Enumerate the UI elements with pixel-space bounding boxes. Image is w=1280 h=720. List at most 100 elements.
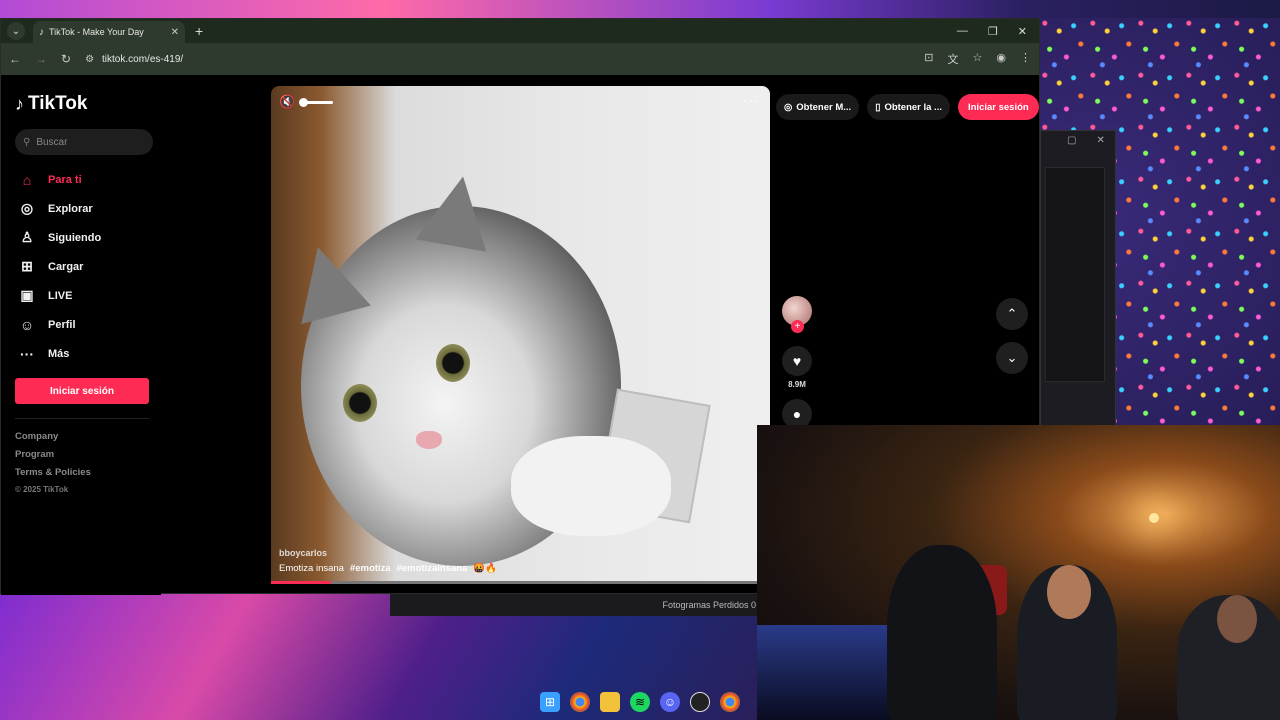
video-frame-cat-nose xyxy=(416,431,442,449)
like-count: 8.9M xyxy=(788,380,806,389)
close-icon[interactable]: ✕ xyxy=(1096,135,1104,146)
sidebar-item-live[interactable]: ▣ LIVE xyxy=(15,281,147,310)
mute-icon[interactable]: 🔇 xyxy=(279,94,295,110)
video-more-icon[interactable]: ··· xyxy=(743,92,760,108)
taskbar: ⊞ ≋ ☺ xyxy=(540,692,740,712)
volume-controls: 🔇 xyxy=(279,94,334,110)
home-icon: ⌂ xyxy=(22,171,32,188)
next-video-button[interactable]: ⌄ xyxy=(996,342,1028,374)
close-tab-icon[interactable]: ✕ xyxy=(171,27,179,38)
maximize-icon[interactable]: ▢ xyxy=(1067,135,1076,146)
tab-title: TikTok - Make Your Day xyxy=(49,27,144,37)
webcam-face xyxy=(1047,565,1091,619)
chevron-up-icon: ⌃ xyxy=(1006,306,1018,321)
window-controls: — ❐ ✕ xyxy=(957,25,1039,38)
sidebar-item-label: Explorar xyxy=(48,202,93,215)
tab-search-button[interactable]: ⌄ xyxy=(7,22,25,40)
site-info-icon[interactable]: ⚙ xyxy=(85,54,94,65)
hashtag-link[interactable]: #emotizainsana xyxy=(397,563,468,574)
chevron-down-icon: ⌄ xyxy=(1006,350,1018,365)
search-input[interactable] xyxy=(36,136,137,148)
file-explorer-icon[interactable] xyxy=(600,692,620,712)
search-icon: ⚲ xyxy=(23,136,31,148)
hashtag-link[interactable]: #emotiza xyxy=(350,563,391,574)
sidebar-item-label: Siguiendo xyxy=(48,231,102,244)
menu-kebab-icon[interactable]: ⋮ xyxy=(1020,51,1031,67)
get-coins-label: Obtener M... xyxy=(796,101,852,113)
new-tab-button[interactable]: + xyxy=(195,23,203,39)
video-player[interactable]: 🔇 ··· bboycarlos Emotiza insana #emotiza… xyxy=(271,86,770,584)
discord-icon[interactable]: ☺ xyxy=(660,692,680,712)
webcam-person xyxy=(887,545,997,720)
spotify-icon[interactable]: ≋ xyxy=(630,692,650,712)
sidebar-item-mas[interactable]: ··· Más xyxy=(15,339,147,368)
compass-icon: ◎ xyxy=(20,200,34,216)
bookmark-star-icon[interactable]: ☆ xyxy=(973,51,983,67)
sidebar-item-label: LIVE xyxy=(48,289,73,302)
comment-icon: ● xyxy=(792,406,802,422)
get-app-button[interactable]: ▯ Obtener la ... xyxy=(867,94,950,120)
footer-link-company[interactable]: Company xyxy=(15,431,147,449)
tab-tiktok[interactable]: ♪ TikTok - Make Your Day ✕ xyxy=(33,21,185,43)
webcam-desk xyxy=(757,625,897,720)
background-window-status: Fotogramas Perdidos 0 xyxy=(390,594,760,616)
address-bar[interactable]: ⚙ tiktok.com/es-419/ xyxy=(85,54,910,65)
back-icon[interactable]: ← xyxy=(9,52,21,66)
obs-icon[interactable] xyxy=(690,692,710,712)
header-login-button[interactable]: Iniciar sesión xyxy=(957,94,1039,120)
tiktok-logo[interactable]: ♪ TikTok xyxy=(15,93,147,115)
sidebar-item-label: Más xyxy=(48,347,70,360)
footer-link-program[interactable]: Program xyxy=(15,449,147,467)
footer-copyright: © 2025 TikTok xyxy=(15,485,69,494)
follow-plus-icon[interactable]: + xyxy=(791,320,804,333)
footer-link-terms[interactable]: Terms & Policies xyxy=(15,467,147,485)
creator-avatar[interactable]: + xyxy=(782,296,812,333)
sidebar-login-button[interactable]: Iniciar sesión xyxy=(15,378,149,404)
chrome-icon[interactable] xyxy=(570,692,590,712)
profile-icon[interactable]: ◉ xyxy=(996,51,1006,67)
install-app-icon[interactable]: ⊡ xyxy=(924,51,933,67)
header-actions: ◎ Obtener M... ▯ Obtener la ... Iniciar … xyxy=(776,94,1039,120)
translate-icon[interactable]: 文 xyxy=(948,51,959,67)
sidebar-item-perfil[interactable]: ☺ Perfil xyxy=(15,310,147,339)
sidebar-item-cargar[interactable]: ⊞ Cargar xyxy=(15,252,147,281)
feed-navigation: ⌃ ⌄ xyxy=(996,298,1028,374)
get-coins-button[interactable]: ◎ Obtener M... xyxy=(776,94,860,120)
live-icon: ▣ xyxy=(20,287,34,303)
chrome-profile-icon[interactable] xyxy=(720,692,740,712)
close-window-icon[interactable]: ✕ xyxy=(1018,25,1027,38)
get-app-label: Obtener la ... xyxy=(884,101,942,113)
upload-icon: ⊞ xyxy=(21,258,33,274)
restore-icon[interactable]: ❐ xyxy=(988,25,998,38)
video-side-actions: + ♥ 8.9M ● xyxy=(780,296,814,429)
sidebar-item-explorar[interactable]: ◎ Explorar xyxy=(15,194,147,223)
video-progress-fill xyxy=(271,581,331,584)
search-box[interactable]: ⚲ xyxy=(15,129,153,155)
sidebar-item-label: Para ti xyxy=(48,173,82,186)
tiktok-favicon-icon: ♪ xyxy=(39,26,44,38)
toolbar-actions: ⊡ 文 ☆ ◉ ⋮ xyxy=(924,51,1031,67)
windows-start-icon[interactable]: ⊞ xyxy=(540,692,560,712)
reload-icon[interactable]: ↻ xyxy=(61,52,71,66)
caption-text: Emotiza insana xyxy=(279,563,344,574)
sidebar-item-label: Perfil xyxy=(48,318,76,331)
background-window-pane xyxy=(1045,167,1105,382)
video-author[interactable]: bboycarlos xyxy=(279,548,327,558)
tab-bar: ⌄ ♪ TikTok - Make Your Day ✕ + — ❐ ✕ xyxy=(1,19,1039,43)
forward-icon[interactable]: → xyxy=(35,52,47,66)
sidebar-item-para-ti[interactable]: ⌂ Para ti xyxy=(15,165,147,194)
video-frame-paw xyxy=(511,436,671,536)
video-progress-bar[interactable] xyxy=(271,581,770,584)
like-button[interactable]: ♥ xyxy=(782,346,812,376)
sidebar-item-siguiendo[interactable]: ♙ Siguiendo xyxy=(15,223,147,252)
webcam-face xyxy=(1217,595,1257,643)
previous-video-button[interactable]: ⌃ xyxy=(996,298,1028,330)
sidebar-nav: ⌂ Para ti ◎ Explorar ♙ Siguiendo ⊞ Carga… xyxy=(15,165,147,368)
minimize-icon[interactable]: — xyxy=(957,25,968,38)
url-text[interactable]: tiktok.com/es-419/ xyxy=(102,54,183,65)
sidebar-divider xyxy=(15,418,149,419)
heart-icon: ♥ xyxy=(792,353,802,369)
background-window-controls: ▢ ✕ xyxy=(1041,131,1115,146)
volume-slider[interactable] xyxy=(299,97,334,107)
more-icon: ··· xyxy=(20,345,34,362)
